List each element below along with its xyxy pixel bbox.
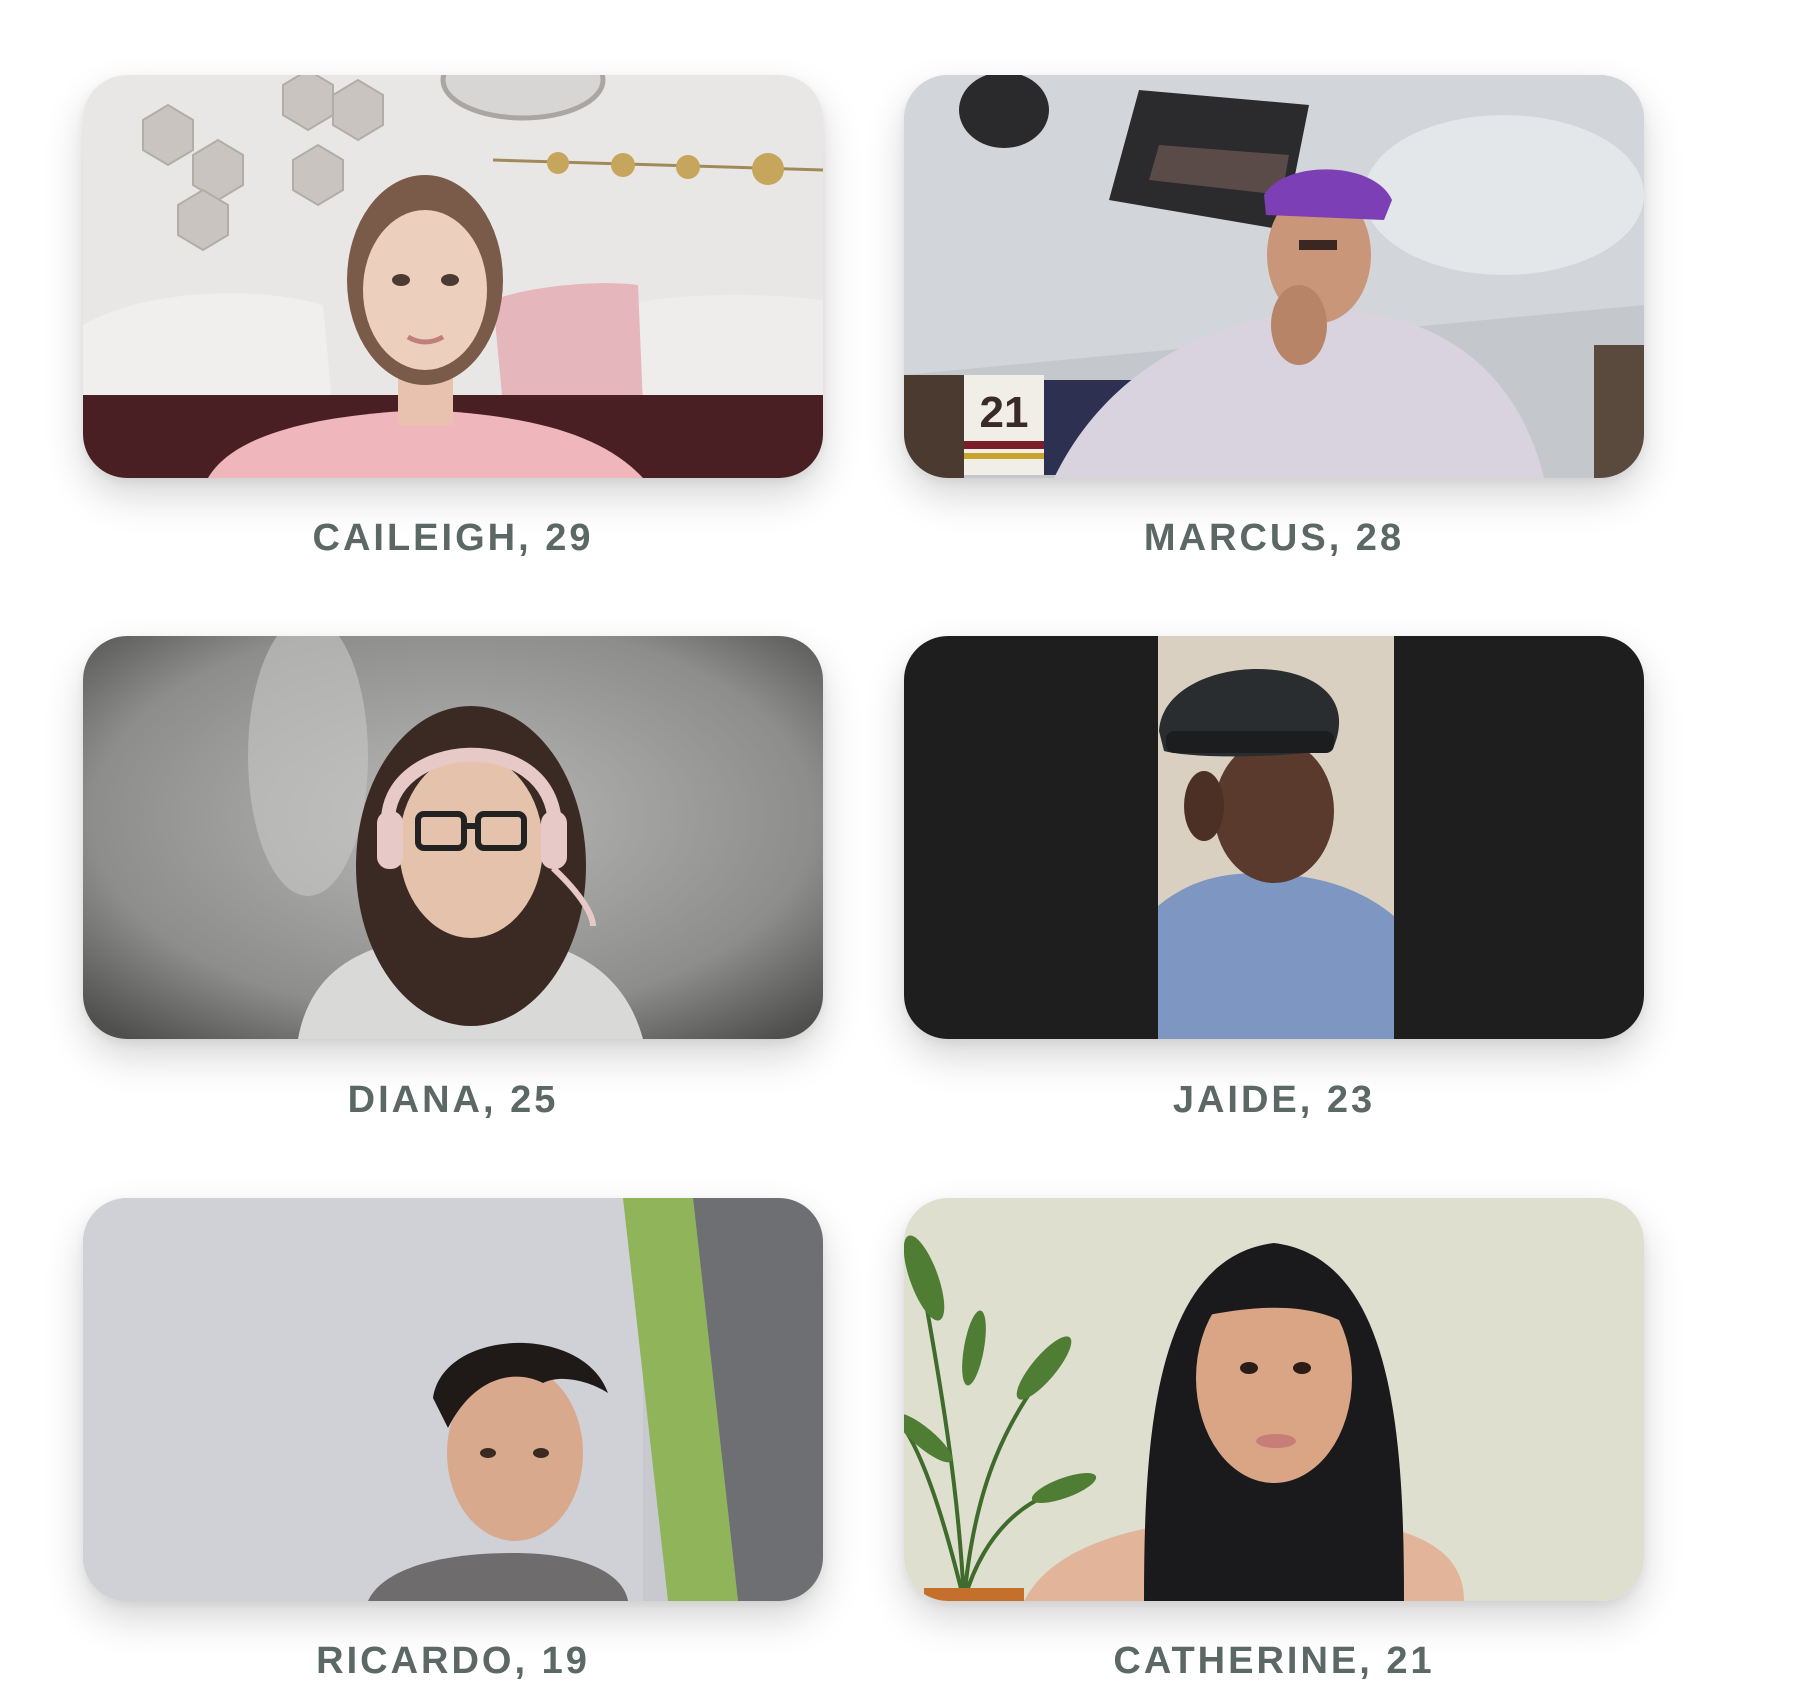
video-feed-catherine — [904, 1198, 1644, 1601]
video-feed-caileigh — [83, 75, 823, 478]
participant-grid: CAILEIGH, 29 21 MARCUS, 28 DIANA, 25 JAI… — [0, 0, 1794, 1682]
video-tile-catherine[interactable] — [904, 1198, 1644, 1601]
video-tile-jaide[interactable] — [904, 636, 1644, 1039]
video-tile-diana[interactable] — [83, 636, 823, 1039]
video-feed-jaide — [904, 636, 1644, 1039]
video-tile-caileigh[interactable] — [83, 75, 823, 478]
video-tile-marcus[interactable]: 21 — [904, 75, 1644, 478]
participant-label: DIANA, 25 — [347, 1079, 559, 1121]
participant-label: JAIDE, 23 — [1172, 1079, 1376, 1121]
participant-label: RICARDO, 19 — [316, 1640, 590, 1682]
video-tile-ricardo[interactable] — [83, 1198, 823, 1601]
participant-label: MARCUS, 28 — [1143, 517, 1405, 559]
video-feed-marcus: 21 — [904, 75, 1644, 478]
video-feed-ricardo — [83, 1198, 823, 1601]
participant-label: CAILEIGH, 29 — [312, 517, 594, 559]
participant-label: CATHERINE, 21 — [1113, 1640, 1435, 1682]
video-feed-diana — [83, 636, 823, 1039]
jersey-number: 21 — [980, 388, 1029, 437]
